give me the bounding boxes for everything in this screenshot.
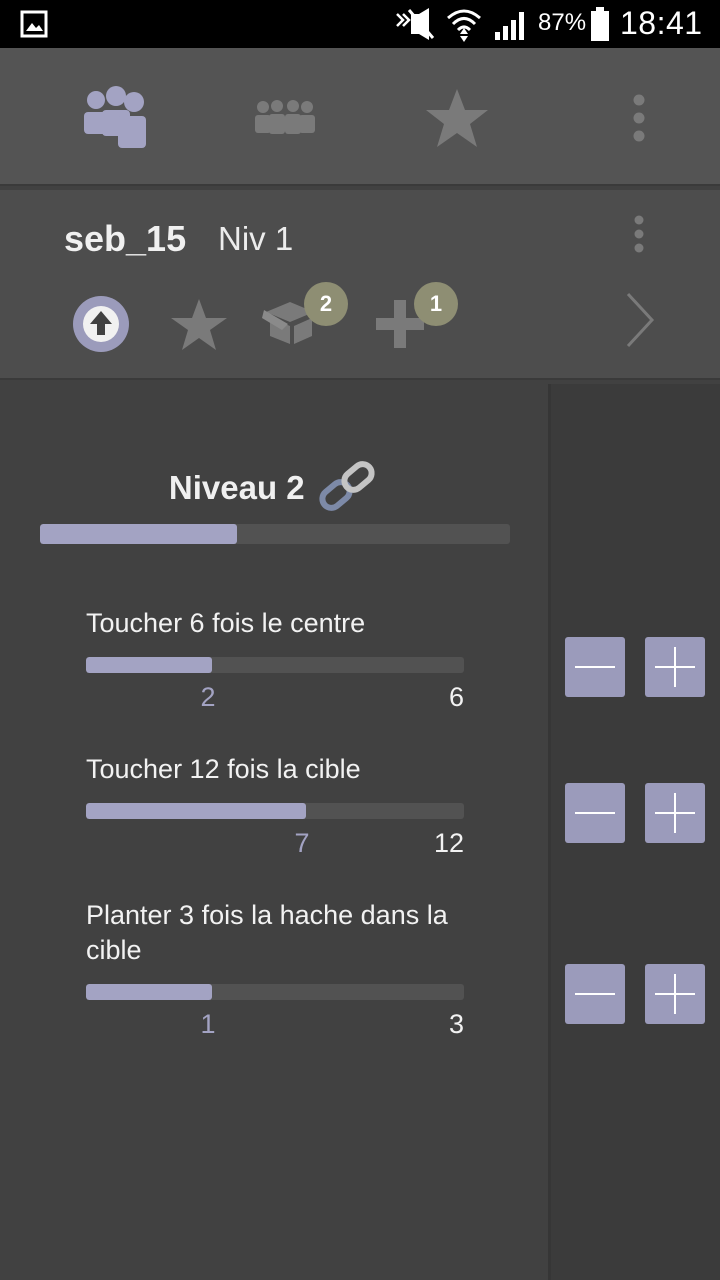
- plus-icon: [655, 793, 695, 833]
- objective-progress-bar: [86, 657, 464, 673]
- team-icon: [255, 100, 315, 134]
- level-progress-bar: [40, 524, 510, 544]
- mute-icon: [396, 8, 435, 40]
- level-label: Niv 1: [218, 220, 294, 257]
- more-vert-icon: [633, 94, 645, 142]
- next-button[interactable]: [618, 290, 658, 355]
- objective-max: 3: [448, 1009, 464, 1039]
- objective-max: 6: [448, 682, 464, 712]
- overflow-menu-button[interactable]: [594, 68, 684, 168]
- objective-current: 7: [294, 828, 310, 858]
- objective-progress-fill: [86, 984, 212, 1000]
- minus-icon: [575, 993, 615, 995]
- more-vert-icon: [634, 215, 644, 253]
- objective-current: 2: [200, 682, 216, 712]
- level-progress-fill: [40, 524, 238, 544]
- profile-card: seb_15 Niv 1 2 1: [0, 190, 720, 380]
- tab-bar: [0, 48, 720, 186]
- battery-icon: [591, 7, 609, 41]
- wifi-icon: [447, 9, 481, 42]
- objective-label: Toucher 12 fois la cible: [86, 754, 361, 784]
- upload-button[interactable]: [72, 295, 130, 358]
- username: seb_15: [64, 218, 187, 259]
- add-badge: 1: [414, 282, 458, 326]
- minus-icon: [575, 812, 615, 814]
- increment-button[interactable]: [645, 637, 705, 697]
- level-title: Niveau 2: [168, 469, 305, 506]
- gallery-icon: [20, 10, 48, 38]
- tab-teams[interactable]: [240, 68, 330, 168]
- tab-favorites[interactable]: [412, 68, 502, 168]
- rewards-badge: 2: [304, 282, 348, 326]
- objective-max: 12: [433, 828, 464, 858]
- tab-players[interactable]: [70, 68, 160, 168]
- signal-icon: [495, 12, 524, 40]
- favorite-button[interactable]: [170, 298, 228, 357]
- objective-progress-fill: [86, 803, 307, 819]
- clock: 18:41: [620, 5, 703, 41]
- increment-button[interactable]: [645, 964, 705, 1024]
- status-bar: 87% 18:41: [0, 0, 720, 48]
- profile-menu-button[interactable]: [626, 212, 652, 256]
- upload-circle-icon: [73, 296, 129, 352]
- increment-button[interactable]: [645, 783, 705, 843]
- battery-percent: 87%: [538, 9, 587, 36]
- plus-icon: [655, 974, 695, 1014]
- objective-progress-bar: [86, 803, 464, 819]
- objective-progress-bar: [86, 984, 464, 1000]
- star-icon: [426, 89, 488, 147]
- level-header: Niveau 2: [0, 458, 548, 518]
- level-panel: Niveau 2 Toucher 6 fois le centre 2 6 To…: [0, 384, 548, 1280]
- decrement-button[interactable]: [565, 637, 625, 697]
- decrement-button[interactable]: [565, 783, 625, 843]
- objective-label: Toucher 6 fois le centre: [86, 608, 366, 638]
- objective-progress-fill: [86, 657, 212, 673]
- decrement-button[interactable]: [565, 964, 625, 1024]
- objective-label: Planter 3 fois la hache dans la cible: [86, 900, 448, 965]
- chevron-right-icon: [626, 292, 655, 348]
- minus-icon: [575, 666, 615, 668]
- objective-current: 1: [200, 1009, 216, 1039]
- plus-icon: [655, 647, 695, 687]
- link-icon[interactable]: [317, 458, 379, 518]
- star-icon: [171, 299, 227, 350]
- group-icon: [84, 86, 146, 148]
